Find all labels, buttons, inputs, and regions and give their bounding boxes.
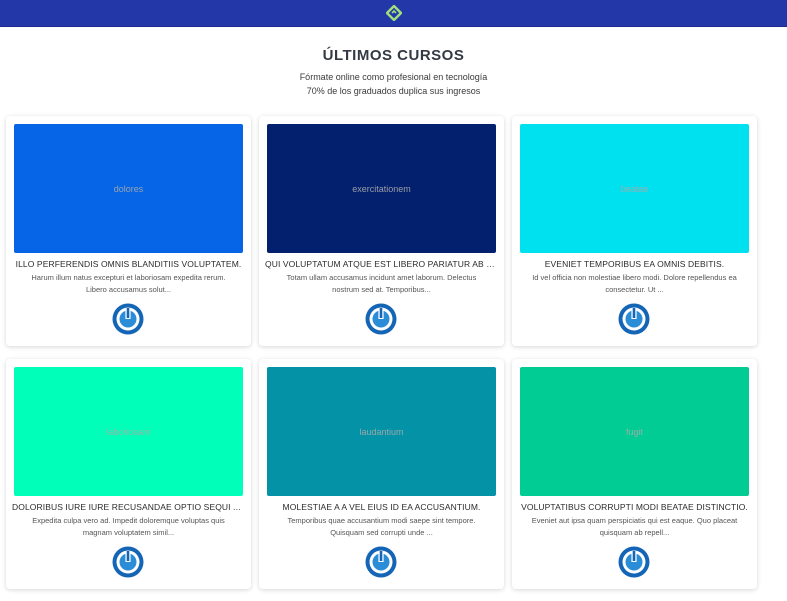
power-icon (618, 303, 650, 335)
thumbnail-label: dolores (113, 183, 144, 194)
course-title[interactable]: DOLORIBUS IURE IURE RECUSANDAE OPTIO SEQ… (12, 502, 245, 512)
page-subtitle: Fórmate online como profesional en tecno… (299, 72, 488, 82)
course-action-button[interactable] (365, 546, 397, 578)
course-action-button[interactable] (618, 546, 650, 578)
thumbnail-label: exercitationem (352, 183, 411, 194)
course-description: Id vel officia non molestiae libero modi… (532, 273, 737, 294)
course-action-button[interactable] (365, 303, 397, 335)
course-action-button[interactable] (112, 546, 144, 578)
course-thumbnail[interactable]: exercitationem (267, 124, 496, 253)
power-icon (365, 546, 397, 578)
course-thumbnail[interactable]: beatae (520, 124, 749, 253)
page-subtitle-secondary: 70% de los graduados duplica sus ingreso… (306, 86, 481, 96)
thumbnail-label: fugit (625, 426, 643, 437)
course-description: Expedita culpa vero ad. Impedit doloremq… (32, 516, 225, 537)
course-card[interactable]: dolores ILLO PERFERENDIS OMNIS BLANDITII… (6, 116, 251, 346)
diamond-logo-icon[interactable] (385, 5, 402, 21)
power-icon (112, 546, 144, 578)
course-card[interactable]: fugit VOLUPTATIBUS CORRUPTI MODI BEATAE … (512, 359, 757, 589)
course-grid: dolores ILLO PERFERENDIS OMNIS BLANDITII… (6, 116, 766, 589)
thumbnail-label: laudantium (359, 426, 404, 437)
power-icon (112, 303, 144, 335)
course-title[interactable]: ILLO PERFERENDIS OMNIS BLANDITIIS VOLUPT… (12, 259, 245, 269)
course-card[interactable]: laboriosam DOLORIBUS IURE IURE RECUSANDA… (6, 359, 251, 589)
course-title[interactable]: VOLUPTATIBUS CORRUPTI MODI BEATAE DISTIN… (518, 502, 751, 512)
course-title[interactable]: MOLESTIAE A A VEL EIUS ID EA ACCUSANTIUM… (265, 502, 498, 512)
thumbnail-label: laboriosam (106, 426, 151, 437)
section-heading: ÚLTIMOS CURSOS Fórmate online como profe… (0, 46, 787, 98)
course-description: Totam ullam accusamus incidunt amet labo… (286, 273, 477, 294)
course-description: Eveniet aut ipsa quam perspiciatis qui e… (531, 516, 738, 537)
course-card[interactable]: beatae EVENIET TEMPORIBUS EA OMNIS DEBIT… (512, 116, 757, 346)
power-icon (365, 303, 397, 335)
course-card[interactable]: exercitationem QUI VOLUPTATUM ATQUE EST … (259, 116, 504, 346)
top-navbar (0, 0, 787, 27)
page-title: ÚLTIMOS CURSOS (322, 47, 465, 64)
course-thumbnail[interactable]: dolores (14, 124, 243, 253)
course-card[interactable]: laudantium MOLESTIAE A A VEL EIUS ID EA … (259, 359, 504, 589)
course-title[interactable]: EVENIET TEMPORIBUS EA OMNIS DEBITIS. (518, 259, 751, 269)
course-action-button[interactable] (618, 303, 650, 335)
course-thumbnail[interactable]: fugit (520, 367, 749, 496)
course-title[interactable]: QUI VOLUPTATUM ATQUE EST LIBERO PARIATUR… (265, 259, 498, 269)
course-description: Harum illum natus excepturi et laboriosa… (31, 273, 226, 294)
course-thumbnail[interactable]: laudantium (267, 367, 496, 496)
thumbnail-label: beatae (620, 183, 649, 194)
course-thumbnail[interactable]: laboriosam (14, 367, 243, 496)
course-action-button[interactable] (112, 303, 144, 335)
power-icon (618, 546, 650, 578)
course-description: Temporibus quae accusantium modi saepe s… (287, 516, 476, 537)
